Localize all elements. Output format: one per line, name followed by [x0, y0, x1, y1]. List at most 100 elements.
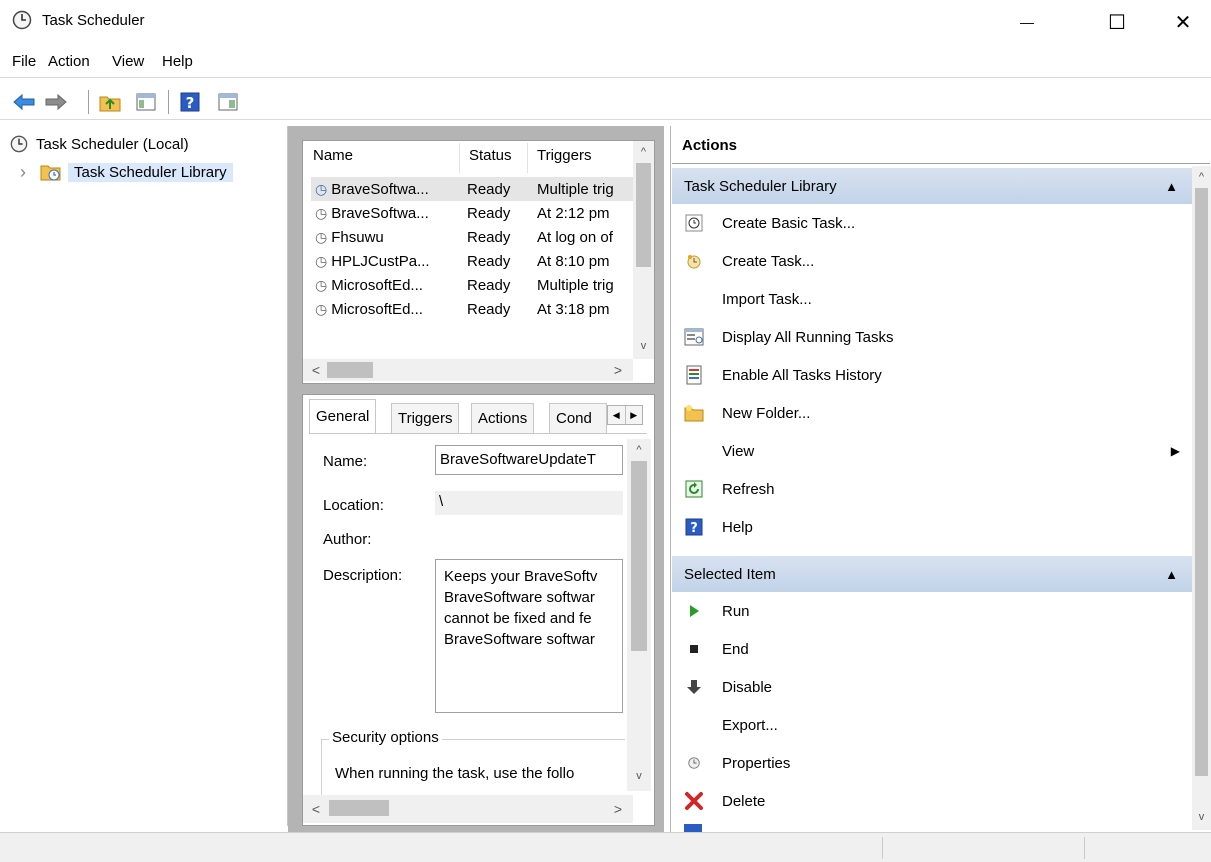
scroll-up-icon[interactable]: ^ — [633, 143, 654, 161]
action-label: View — [722, 442, 755, 460]
detail-horizontal-scrollbar[interactable]: < > — [303, 795, 633, 823]
menu-file[interactable]: File — [12, 53, 36, 70]
column-header-status[interactable]: Status — [469, 147, 512, 164]
show-hide-action-pane-icon[interactable] — [216, 90, 240, 114]
action-label: Properties — [722, 754, 791, 772]
help-icon[interactable]: ? — [178, 90, 202, 114]
scrollbar-thumb[interactable] — [631, 461, 647, 651]
action-help[interactable]: ? Help — [672, 508, 1192, 546]
create-task-icon — [684, 251, 704, 271]
section-task-scheduler-library[interactable]: Task Scheduler Library ▲ — [672, 168, 1192, 204]
detail-vertical-scrollbar[interactable]: ^ v — [627, 439, 651, 791]
tab-scroll-left-icon[interactable]: ◀ — [608, 406, 626, 424]
up-folder-icon[interactable] — [98, 90, 122, 114]
section-selected-item[interactable]: Selected Item ▲ — [672, 556, 1192, 592]
scroll-down-icon[interactable]: v — [1192, 808, 1211, 826]
table-row[interactable]: ◷ BraveSoftwa... Ready Multiple trig — [311, 177, 633, 201]
status-bar — [0, 832, 1211, 862]
action-create-task[interactable]: Create Task... — [672, 242, 1192, 280]
name-field[interactable]: BraveSoftwareUpdateT — [435, 445, 623, 475]
scroll-left-icon[interactable]: < — [307, 361, 325, 379]
close-button[interactable]: ✕ — [1160, 0, 1206, 44]
action-display-all-running-tasks[interactable]: Display All Running Tasks — [672, 318, 1192, 356]
forward-arrow-icon[interactable] — [44, 90, 68, 114]
tab-conditions[interactable]: Cond — [549, 403, 607, 433]
maximize-button[interactable]: ☐ — [1094, 0, 1140, 44]
table-row[interactable]: ◷ BraveSoftwa... Ready At 2:12 pm — [311, 201, 633, 225]
description-line: Keeps your BraveSoftv — [444, 568, 598, 585]
action-enable-all-tasks-history[interactable]: Enable All Tasks History — [672, 356, 1192, 394]
action-run[interactable]: Run — [672, 592, 1192, 630]
description-line: cannot be fixed and fe — [444, 610, 592, 627]
toolbar: ? — [0, 84, 1211, 120]
action-label: Refresh — [722, 480, 775, 498]
tab-scroll-arrows[interactable]: ◀ ▶ — [607, 405, 643, 425]
submenu-arrow-icon: ▶ — [1170, 444, 1180, 458]
back-arrow-icon[interactable] — [12, 90, 36, 114]
task-triggers: Multiple trig — [537, 276, 614, 294]
task-name: BraveSoftwa... — [331, 204, 429, 222]
action-properties[interactable]: Properties — [672, 744, 1192, 782]
scroll-left-icon[interactable]: < — [307, 800, 325, 818]
table-row[interactable]: ◷ HPLJCustPa... Ready At 8:10 pm — [311, 249, 633, 273]
menu-help[interactable]: Help — [162, 53, 193, 70]
column-header-name[interactable]: Name — [313, 147, 353, 164]
task-status: Ready — [467, 180, 511, 198]
task-name: Fhsuwu — [331, 228, 384, 246]
task-clock-icon: ◷ — [315, 276, 328, 293]
scrollbar-thumb[interactable] — [1195, 188, 1208, 776]
menu-view[interactable]: View — [112, 53, 144, 70]
task-list-horizontal-scrollbar[interactable]: < > — [303, 359, 633, 381]
tree-node-task-scheduler-library[interactable]: › Task Scheduler Library — [20, 160, 233, 184]
tree-node-task-scheduler-local[interactable]: Task Scheduler (Local) — [10, 132, 189, 156]
menu-action[interactable]: Action — [48, 53, 90, 70]
task-status: Ready — [467, 252, 511, 270]
table-row[interactable]: ◷ MicrosoftEd... Ready Multiple trig — [311, 273, 633, 297]
tab-actions[interactable]: Actions — [471, 403, 535, 433]
description-field[interactable]: Keeps your BraveSoftv BraveSoftware soft… — [435, 559, 623, 713]
collapse-icon[interactable]: ▲ — [1165, 567, 1178, 582]
action-delete[interactable]: Delete — [672, 782, 1192, 820]
table-row[interactable]: ◷ Fhsuwu Ready At log on of — [311, 225, 633, 249]
task-triggers: Multiple trig — [537, 180, 614, 198]
scroll-up-icon[interactable]: ^ — [1192, 168, 1211, 186]
tab-scroll-right-icon[interactable]: ▶ — [626, 406, 643, 424]
task-list-vertical-scrollbar[interactable]: ^ v — [633, 141, 654, 359]
tab-general[interactable]: General — [309, 399, 377, 433]
scroll-down-icon[interactable]: v — [633, 337, 654, 355]
action-export[interactable]: Export... — [672, 706, 1192, 744]
action-create-basic-task[interactable]: Create Basic Task... — [672, 204, 1192, 242]
svg-text:?: ? — [186, 94, 195, 112]
action-disable[interactable]: Disable — [672, 668, 1192, 706]
scroll-up-icon[interactable]: ^ — [627, 441, 651, 459]
title-bar: Task Scheduler — ☐ ✕ — [0, 0, 1211, 44]
action-view[interactable]: View ▶ — [672, 432, 1192, 470]
maximize-icon: ☐ — [1108, 11, 1126, 34]
close-icon: ✕ — [1174, 11, 1192, 34]
scrollbar-thumb[interactable] — [636, 163, 651, 267]
description-line: BraveSoftware softwar — [444, 589, 595, 606]
action-end[interactable]: End — [672, 630, 1192, 668]
action-label: Display All Running Tasks — [722, 328, 894, 346]
task-scheduler-clock-icon — [12, 10, 32, 30]
actions-vertical-scrollbar[interactable]: ^ v — [1192, 166, 1211, 830]
show-hide-console-tree-icon[interactable] — [134, 90, 158, 114]
table-row[interactable]: ◷ MicrosoftEd... Ready At 3:18 pm — [311, 297, 633, 321]
expand-chevron-icon[interactable]: › — [20, 162, 38, 183]
task-clock-icon: ◷ — [315, 180, 328, 197]
task-detail-pane: General Triggers Actions Cond ◀ ▶ Name: … — [302, 394, 655, 826]
action-import-task[interactable]: Import Task... — [672, 280, 1192, 318]
scrollbar-thumb[interactable] — [327, 362, 373, 378]
minimize-button[interactable]: — — [1004, 0, 1050, 44]
scrollbar-thumb[interactable] — [329, 800, 389, 816]
task-clock-icon: ◷ — [315, 300, 328, 317]
scroll-right-icon[interactable]: > — [609, 361, 627, 379]
column-header-triggers[interactable]: Triggers — [537, 147, 591, 164]
scroll-right-icon[interactable]: > — [609, 800, 627, 818]
action-new-folder[interactable]: New Folder... — [672, 394, 1192, 432]
tab-triggers[interactable]: Triggers — [391, 403, 460, 433]
collapse-icon[interactable]: ▲ — [1165, 179, 1178, 194]
action-refresh[interactable]: Refresh — [672, 470, 1192, 508]
scroll-down-icon[interactable]: v — [627, 767, 651, 785]
action-label: Export... — [722, 716, 778, 734]
